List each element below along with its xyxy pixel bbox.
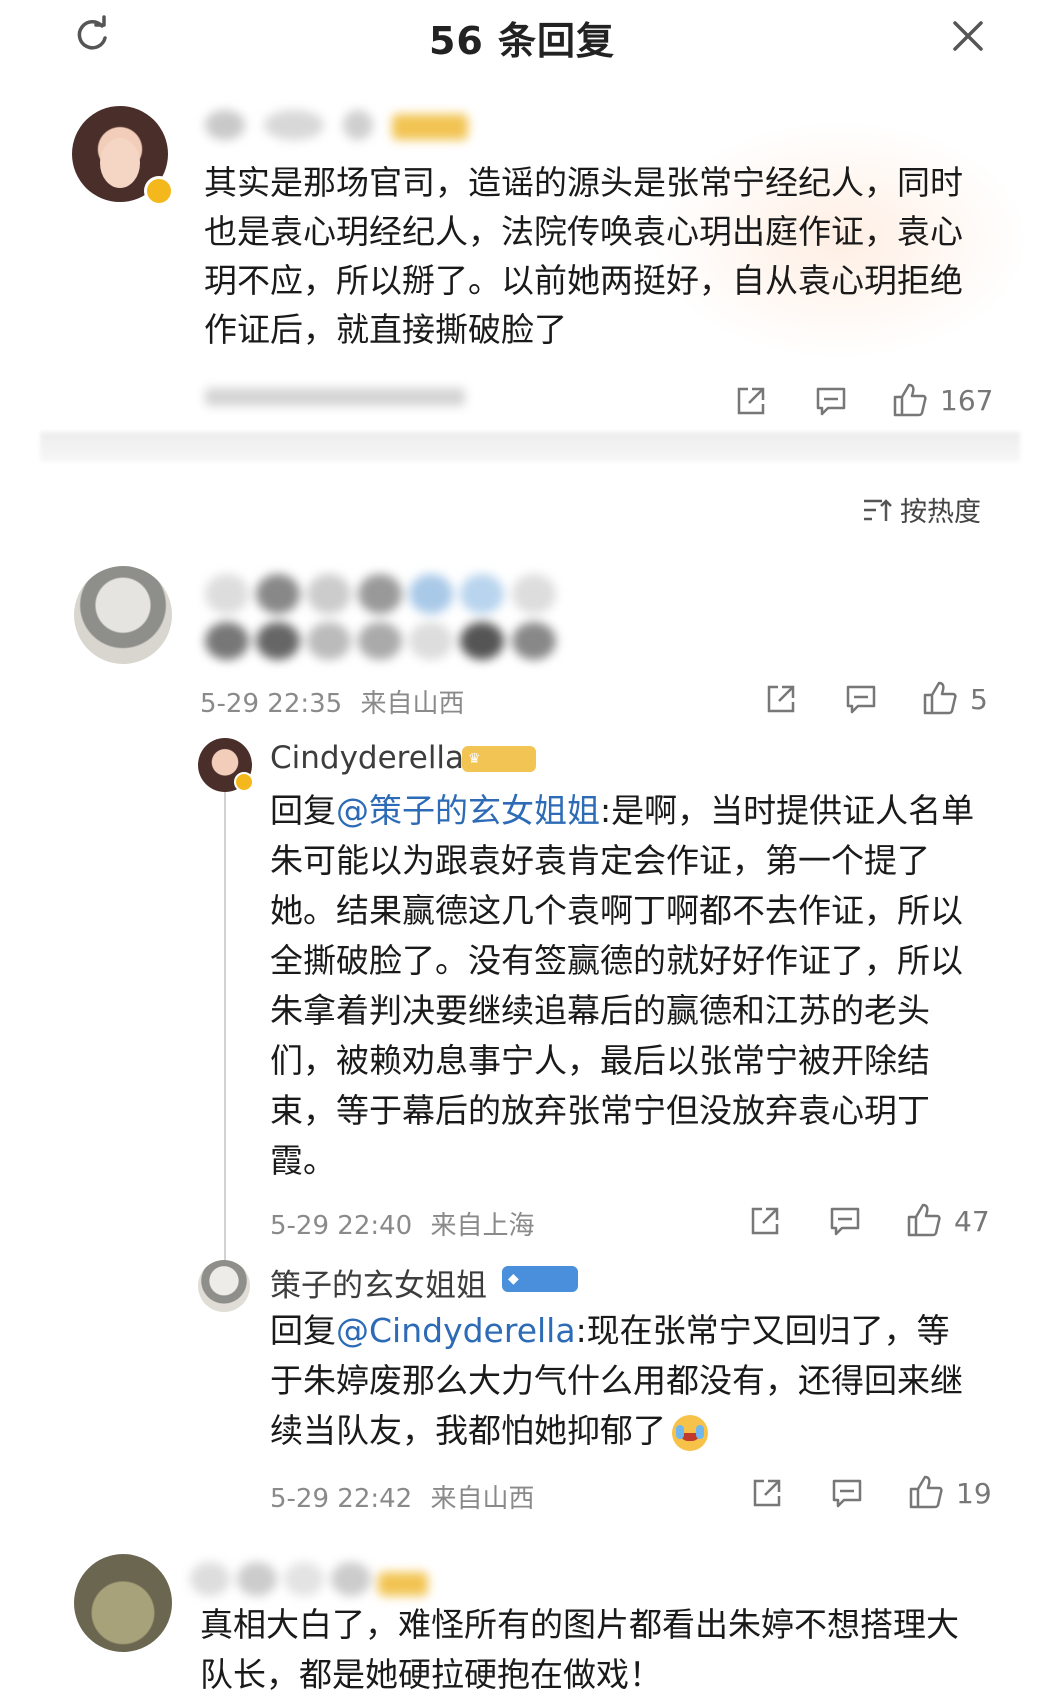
diamond-icon: ◆ [508,1271,519,1287]
comment-button[interactable] [824,1200,866,1242]
comment-button[interactable] [826,1472,868,1514]
share-icon [751,1207,779,1235]
level-badge: ◆ [502,1266,578,1292]
blurred-comment-text [205,574,705,666]
comment-meta: 5-29 22:35 来自山西 [200,683,464,720]
blurred-username [205,110,475,148]
reply-body: :是啊，当时提供证人名单朱可能以为跟袁好袁肯定会作证，第一个提了她。结果赢德这几… [270,791,975,1180]
share-icon [767,685,795,713]
share-button[interactable] [730,380,772,422]
thread-line [224,790,226,1260]
comment-icon [832,1479,862,1508]
thumbs-up-icon [907,1203,941,1237]
blurred-meta [205,388,475,410]
verified-badge-icon [144,176,174,206]
comment-icon [846,685,876,714]
thumbs-up-icon [923,681,957,715]
page-title: 56 条回复 [428,19,616,63]
comment-button[interactable] [840,678,882,720]
reply-prefix: 回复 [270,1311,336,1350]
like-button[interactable] [918,676,962,720]
comment-text: 其实是那场官司，造谣的源头是张常宁经纪人，同时也是袁心玥经纪人，法院传唤袁心玥出… [204,163,963,349]
sort-label: 按热度 [900,497,981,528]
reply-username[interactable]: Cindyderella [270,740,464,776]
close-button[interactable] [944,12,992,60]
like-count: 47 [954,1205,990,1238]
comment-text: 真相大白了，难怪所有的图片都看出朱婷不想搭理大队长，都是她硬拉硬抱在做戏！ [200,1605,959,1694]
timestamp: 5-29 22:35 [200,689,343,719]
timestamp: 5-29 22:40 [270,1211,413,1241]
like-count: 19 [956,1477,992,1510]
reply-text: 回复@Cindyderella:现在张常宁又回归了，等于朱婷废那么大力气什么用都… [270,1306,980,1456]
like-count: 167 [940,384,994,417]
crown-icon: ♛ [468,751,481,767]
close-icon [953,21,983,51]
reply-text: 回复@策子的玄女姐姐:是啊，当时提供证人名单朱可能以为跟袁好袁肯定会作证，第一个… [270,786,980,1186]
blurred-username [190,1562,430,1598]
reply-meta: 5-29 22:42 来自山西 [270,1478,534,1515]
like-button[interactable] [888,378,932,422]
crying-emoji-icon [672,1414,708,1451]
share-button[interactable] [746,1472,788,1514]
share-icon [737,387,765,415]
mention-link[interactable]: @策子的玄女姐姐 [336,791,600,830]
comment-icon [830,1207,860,1236]
sort-button[interactable]: 按热度 [862,490,981,529]
sort-icon [864,498,892,521]
like-button[interactable] [902,1198,946,1242]
thumbs-up-icon [909,1475,943,1509]
location: 来自山西 [360,689,465,719]
replies-panel: 56 条回复 其实是那场官司，造谣的源头是张常宁经纪人，同时也是袁心玥经纪人，法… [0,0,1044,1706]
like-count: 5 [970,683,988,716]
reply-meta: 5-29 22:40 来自上海 [270,1205,534,1242]
header: 56 条回复 [0,0,1044,72]
divider [40,432,1020,462]
verified-badge-icon [234,772,254,792]
reply-prefix: 回复 [270,791,336,830]
level-badge: ♛ [462,746,536,772]
thumbs-up-icon [893,383,927,417]
avatar[interactable] [198,1260,250,1312]
mention-link[interactable]: @Cindyderella [336,1311,576,1350]
like-button[interactable] [904,1470,948,1514]
avatar[interactable] [74,566,172,664]
reply-username[interactable]: 策子的玄女姐姐 [270,1260,487,1305]
avatar[interactable] [74,1554,172,1652]
timestamp: 5-29 22:42 [270,1484,413,1514]
share-button[interactable] [760,678,802,720]
comment-button[interactable] [810,380,852,422]
location: 来自山西 [430,1484,535,1514]
location: 来自上海 [430,1211,535,1241]
share-icon [753,1479,781,1507]
share-button[interactable] [744,1200,786,1242]
comment-icon [816,387,846,416]
